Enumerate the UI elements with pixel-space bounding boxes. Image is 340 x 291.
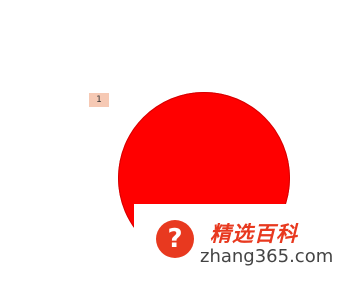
question-mark-icon: ? <box>156 220 194 258</box>
slide-canvas: 1 ? 精选百科 zhang365.com <box>0 0 340 291</box>
watermark-overlay: ? 精选百科 zhang365.com <box>134 204 340 291</box>
watermark-title: 精选百科 <box>210 222 298 246</box>
watermark-url: zhang365.com <box>200 246 334 267</box>
slide-number-badge: 1 <box>89 93 109 107</box>
